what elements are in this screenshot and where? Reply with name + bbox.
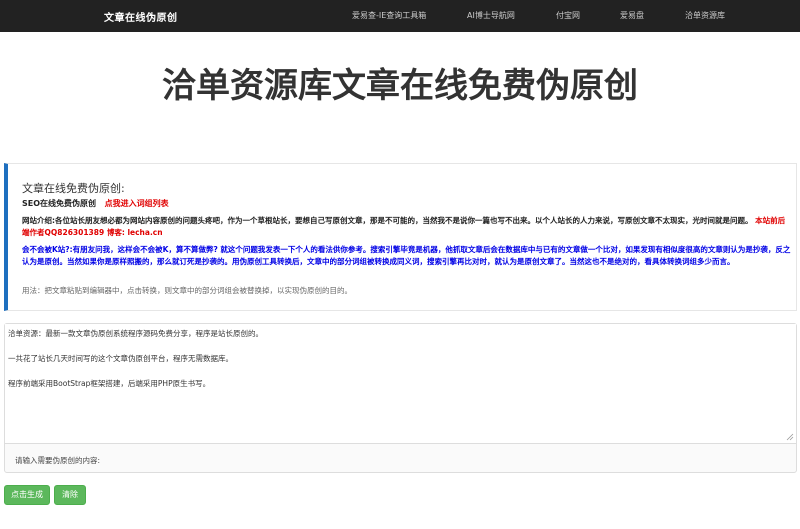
site-intro-text: 网站介绍:各位站长朋友想必都为网站内容原创的问题头疼吧，作为一个草根站长，要想自… [22, 216, 753, 225]
clear-button[interactable]: 清除 [54, 485, 86, 505]
nav-item-aiyipan[interactable]: 爱易盘 [620, 10, 644, 21]
resize-grip-icon[interactable] [786, 433, 794, 441]
editor-paragraph: 程序前端采用BootStrap框架搭建，后端采用PHP原生书写。 [8, 379, 211, 388]
page-title: 洽单资源库文章在线免费伪原创 [162, 66, 638, 106]
nav-item-qiadan[interactable]: 洽单资源库 [685, 10, 725, 21]
nav-item-fubao[interactable]: 付宝网 [556, 10, 580, 21]
seo-line: SEO在线免费伪原创 点我进入词组列表 [22, 198, 169, 209]
nav-item-ai-nav[interactable]: AI博士导航网 [467, 10, 515, 21]
info-panel: 文章在线免费伪原创: SEO在线免费伪原创 点我进入词组列表 网站介绍:各位站长… [4, 163, 797, 311]
site-intro: 网站介绍:各位站长朋友想必都为网站内容原创的问题头疼吧，作为一个草根站长，要想自… [22, 215, 792, 239]
generate-button[interactable]: 点击生成 [4, 485, 50, 505]
editor-paragraph: 洽单资源：最新一款文章伪原创系统程序源码免费分享，程序是站长原创的。 [8, 329, 263, 338]
editor-panel: 洽单资源：最新一款文章伪原创系统程序源码免费分享，程序是站长原创的。 一共花了站… [4, 323, 797, 473]
info-title: 文章在线免费伪原创: [22, 182, 125, 195]
site-brand[interactable]: 文章在线伪原创 [104, 9, 178, 24]
seo-label: SEO在线免费伪原创 [22, 199, 97, 208]
editor-hint: 请输入需要伪原创的内容: [15, 456, 101, 465]
usage-text: 用法：把文章粘贴到编辑器中，点击转换，则文章中的部分词组会被替换掉，以实现伪原创… [22, 286, 352, 295]
word-list-link[interactable]: 点我进入词组列表 [105, 199, 169, 208]
faq-text: 会不会被K站?:有朋友问我，这样会不会被K，算不算做弊? 就这个问题我发表一下个… [22, 245, 791, 266]
content-textarea[interactable]: 洽单资源：最新一款文章伪原创系统程序源码免费分享，程序是站长原创的。 一共花了站… [5, 324, 796, 444]
nav-item-iecha[interactable]: 爱易查-IE查询工具箱 [352, 10, 426, 21]
top-navbar: 文章在线伪原创 爱易查-IE查询工具箱 AI博士导航网 付宝网 爱易盘 洽单资源… [0, 0, 800, 32]
editor-paragraph: 一共花了站长几天时间写的这个文章伪原创平台，程序无需数据库。 [8, 354, 233, 363]
